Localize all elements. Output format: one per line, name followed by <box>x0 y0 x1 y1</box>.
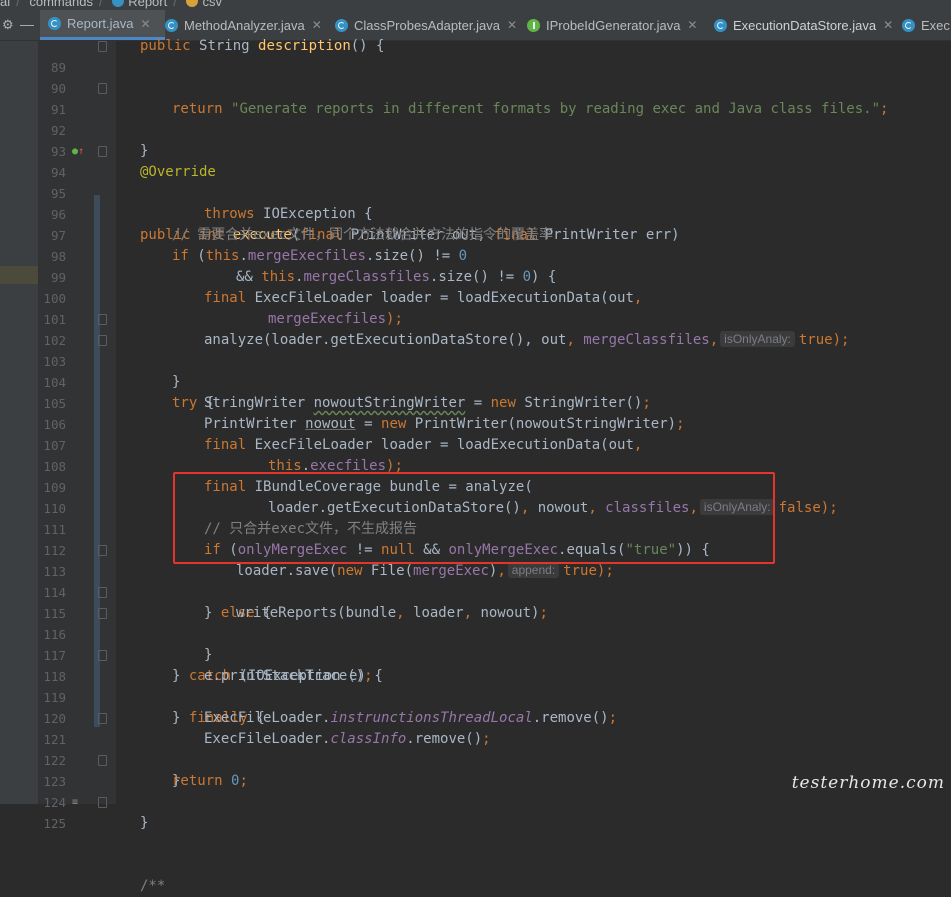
code-line: 120 ExecFileLoader.classInfo.remove(); <box>43 711 491 747</box>
code-line: 125 ≡ /** <box>0 792 951 894</box>
code-line: 106 final ExecFileLoader loader = loadEx… <box>43 417 643 453</box>
code-line: 122 return 0; <box>43 753 248 789</box>
code-line: 105 PrintWriter nowout = new PrintWriter… <box>43 396 685 432</box>
fold-marker-icon[interactable] <box>98 650 107 661</box>
gear-icon[interactable]: ⚙ <box>2 17 14 33</box>
code-line: 98 && this.mergeClassfiles.size() != 0) … <box>50 249 557 285</box>
class-icon <box>714 18 727 32</box>
class-icon <box>165 18 178 32</box>
code-line: 115 } <box>0 582 951 663</box>
code-line: 95 throws IOException { <box>50 186 373 222</box>
code-line: 90 return "Generate reports in different… <box>50 81 889 117</box>
fold-marker-icon[interactable] <box>98 83 107 94</box>
code-line: 96 // 需要合并exec文件，同个方法就合并方法的指令的覆盖率 <box>50 207 553 243</box>
code-line: 92 <box>50 123 66 138</box>
breadcrumb-item[interactable]: Report <box>128 0 167 9</box>
tab-label: MethodAnalyzer.java <box>184 17 305 33</box>
code-line: 104 StringWriter nowoutStringWriter = ne… <box>43 375 651 411</box>
fold-marker-icon[interactable] <box>98 335 107 346</box>
code-line: 121 } <box>0 708 951 789</box>
code-line: 112 loader.save(new File(mergeExec), appe… <box>43 543 614 579</box>
code-line: 99 final ExecFileLoader loader = loadExe… <box>50 270 643 306</box>
code-line: 93 @Override <box>50 144 216 180</box>
doc-comment-icon[interactable]: ≡ <box>72 792 78 813</box>
code-line: 117 e.printStackTrace(); <box>43 648 373 684</box>
code-line: 91 } <box>0 78 951 159</box>
fold-marker-icon[interactable] <box>98 797 107 808</box>
code-line: 116 } catch (IOException e) { <box>0 603 951 684</box>
code-line: 97 if (this.mergeExecfiles.size() != 0 <box>50 228 468 264</box>
code-line: 113 } else { <box>0 540 951 621</box>
fold-marker-icon[interactable] <box>98 314 107 325</box>
tab-label: Exec <box>921 17 950 33</box>
close-icon[interactable]: ✕ <box>883 18 893 32</box>
class-icon <box>48 17 61 30</box>
close-icon[interactable]: ✕ <box>507 18 517 32</box>
code-line: 118 } finally { <box>0 645 951 726</box>
fold-marker-icon[interactable] <box>98 41 107 52</box>
code-line: 114 writeReports(bundle, loader, nowout)… <box>43 585 548 621</box>
code-line: 107 this.execfiles); <box>43 438 403 474</box>
minimize-icon[interactable]: — <box>20 16 34 32</box>
code-line: 103 try { <box>0 330 951 411</box>
code-line: 119 ExecFileLoader.instrunctionsThreadLo… <box>43 690 618 726</box>
code-line: 102 } <box>0 309 951 390</box>
class-icon <box>112 0 125 7</box>
breadcrumb-item[interactable]: commands <box>29 0 93 9</box>
close-icon[interactable]: ✕ <box>687 18 697 32</box>
fold-marker-icon[interactable] <box>98 608 107 619</box>
breadcrumb: al / commands / Report / csv <box>0 0 951 10</box>
breadcrumb-item[interactable]: al <box>0 0 10 9</box>
interface-icon <box>527 18 540 32</box>
tab-label: ClassProbesAdapter.java <box>354 17 500 33</box>
close-icon[interactable]: ✕ <box>312 18 322 32</box>
watermark: testerhome.com <box>791 773 945 793</box>
breadcrumb-item[interactable]: csv <box>202 0 222 9</box>
fold-marker-icon[interactable] <box>98 146 107 157</box>
code-line: 89 public String description() { <box>50 38 385 75</box>
fold-marker-icon[interactable] <box>98 713 107 724</box>
class-icon <box>902 18 915 32</box>
tab-label: IProbeIdGenerator.java <box>546 17 681 33</box>
code-line: 101 analyze(loader.getExecutionDataStore… <box>43 312 850 348</box>
code-line: 108 final IBundleCoverage bundle = analy… <box>43 459 533 495</box>
close-icon[interactable]: ✕ <box>140 17 150 31</box>
class-icon <box>335 18 348 32</box>
code-line: 110 // 只合并exec文件，不生成报告 <box>43 501 418 537</box>
fold-marker-icon[interactable] <box>98 755 107 766</box>
code-line: 123 } <box>0 750 951 831</box>
code-line: 111 if (onlyMergeExec != null && onlyMer… <box>43 522 710 558</box>
fold-marker-icon[interactable] <box>98 587 107 598</box>
field-icon <box>186 0 199 7</box>
code-line: 94 ●↑ public int execute(final PrintWrit… <box>0 141 951 243</box>
tab-label: ExecutionDataStore.java <box>733 17 877 33</box>
tab-label: Report.java <box>67 16 134 31</box>
code-line: 100 mergeExecfiles); <box>43 291 403 327</box>
code-line: 109 loader.getExecutionDataStore(), nowo… <box>43 480 838 516</box>
fold-marker-icon[interactable] <box>98 545 107 556</box>
override-marker-icon[interactable]: ●↑ <box>72 141 84 162</box>
